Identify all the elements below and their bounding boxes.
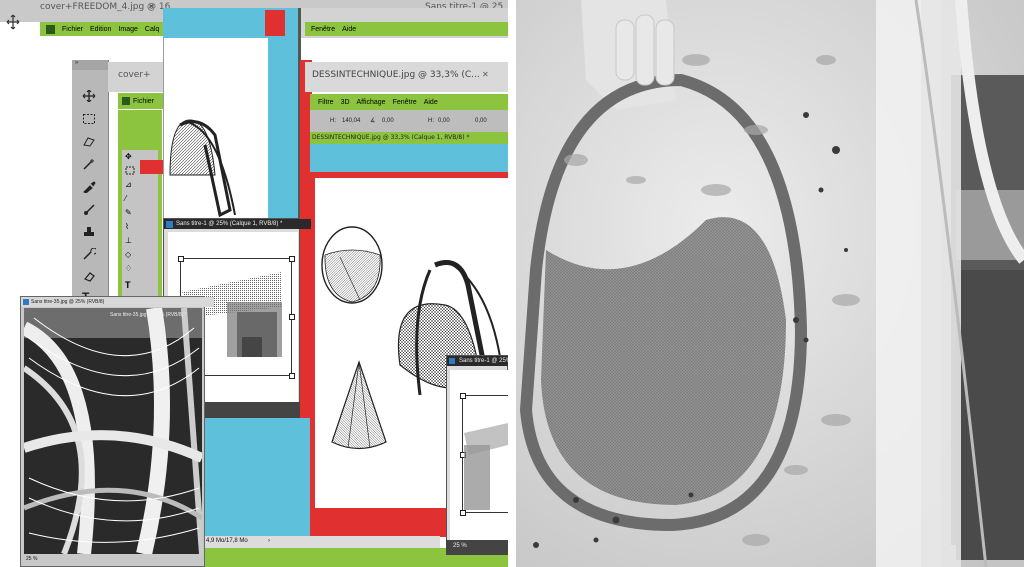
options-bar: H: 140,04 ∡ 0,00 H: 0,00 0,00 (310, 110, 508, 132)
marquee-icon[interactable] (82, 113, 96, 125)
bag-sketch-left (160, 115, 240, 225)
mini-lasso-icon[interactable]: ⊿ (125, 180, 135, 189)
move-tool-icon[interactable] (82, 90, 96, 102)
tools-panel-header: » (72, 60, 108, 70)
mini-marquee-icon[interactable] (125, 166, 135, 175)
mini-move-icon[interactable]: ✥ (125, 152, 135, 161)
cyan-lower (205, 418, 310, 536)
doc-menu-bar: Filtre 3D Affichage Fenêtre Aide (310, 94, 508, 110)
menu-item[interactable]: 3D (341, 99, 350, 106)
menu-item[interactable]: Image (118, 26, 137, 33)
sans-titre-1-title[interactable]: Sans titre-1 @ 25% (Calque 1, RVB/8) * (164, 219, 311, 229)
stamp-icon[interactable] (82, 226, 96, 238)
mini-eyedropper-icon[interactable]: ✎ (125, 208, 135, 217)
sans-titre-35-zoom[interactable]: 25 % (26, 556, 37, 562)
top-menu-bar: Fichier Edition Image Calq (40, 22, 170, 36)
mini-brush-icon[interactable]: ⌇ (125, 222, 135, 231)
menu-item[interactable]: Filtre (318, 99, 334, 106)
drawing-round-bag (320, 225, 385, 305)
angle-icon: ∡ (370, 118, 376, 124)
sans-titre-1b-zoom[interactable]: 25 % (453, 543, 467, 549)
menu-item[interactable]: Fichier (62, 26, 83, 33)
mini-pen-icon[interactable]: ♢ (125, 264, 135, 273)
mini-eraser-icon[interactable]: ◇ (125, 250, 135, 259)
move-tool-icon[interactable] (6, 14, 20, 30)
tab-dessintechnique[interactable]: DESSINTECHNIQUE.jpg @ 33,3% (C... (312, 70, 480, 80)
mini-stamp-icon[interactable]: ⊥ (125, 236, 135, 245)
menu-icon (46, 24, 55, 34)
brush-icon[interactable] (82, 204, 96, 216)
menu-item[interactable]: Aide (424, 99, 438, 106)
tab-close-icon[interactable]: ✕ (148, 2, 155, 11)
collage-left: cover+FREEDOM_4.jpg @ 16 ✕ Sans titre-1 … (0, 0, 508, 567)
ps-window-icon (449, 358, 455, 364)
sans-titre-1b-title[interactable]: Sans titre-1 @ 25% (Calque 1, RVB/8) * (447, 356, 508, 366)
ps-window-icon (23, 299, 29, 305)
menu-item[interactable]: Calq (145, 26, 159, 33)
doc-size-status: 4,9 Mo/17,8 Mo (206, 538, 248, 544)
photo-negative-bag (516, 0, 1024, 567)
top-right-menu-bar: Fenêtre Aide (305, 22, 508, 36)
h-value-field[interactable]: 140,04 (342, 118, 360, 124)
second-menu-bar: Fichier (118, 93, 168, 109)
transform-handle[interactable] (460, 393, 466, 399)
sans-titre-35-canvas (24, 308, 202, 554)
red-square (265, 10, 285, 36)
tab-cover[interactable]: cover+ (118, 70, 151, 80)
h2-label: H: (428, 118, 434, 124)
sans-titre-35-inner-title: Sans titre-35.jpg @ 25% (RVB/8) * (110, 312, 187, 318)
drawing-cone (328, 360, 390, 455)
mini-wand-icon[interactable]: ⁄ (125, 194, 135, 203)
texture-layers-b (464, 415, 508, 510)
menu-item[interactable]: Edition (90, 26, 111, 33)
sans-titre-35-title[interactable]: Sans titre-35.jpg @ 25% (RVB/8) (21, 297, 214, 307)
menu-item[interactable]: Fenêtre (393, 99, 417, 106)
menu-item[interactable]: Affichage (357, 99, 386, 106)
h2-value-field[interactable]: 0,00 (438, 118, 450, 124)
menu-item[interactable]: Aide (342, 26, 356, 33)
h-label: H: (330, 118, 336, 124)
angle-value-field[interactable]: 0,00 (382, 118, 394, 124)
transform-handle[interactable] (460, 510, 466, 516)
status-arrow[interactable]: › (268, 538, 270, 544)
eraser-icon[interactable] (82, 270, 96, 282)
v-value-field[interactable]: 0,00 (475, 118, 487, 124)
magic-wand-icon[interactable] (82, 158, 96, 170)
eyedropper-icon[interactable] (82, 181, 96, 193)
menu-item[interactable]: Fichier (133, 98, 154, 105)
doc-tab[interactable]: DESSINTECHNIQUE.jpg @ 33,3% (Calque 1, R… (312, 134, 469, 141)
menu-item[interactable]: Fenêtre (311, 26, 335, 33)
ps-icon (122, 97, 130, 105)
cyan-header-band (310, 144, 508, 172)
mini-type-icon[interactable]: T (125, 280, 135, 290)
transform-handle[interactable] (289, 373, 295, 379)
tab-close-icon[interactable]: ✕ (482, 70, 489, 79)
ps-window-icon (166, 221, 173, 228)
lasso-icon[interactable] (82, 136, 96, 148)
history-brush-icon[interactable] (82, 248, 96, 260)
